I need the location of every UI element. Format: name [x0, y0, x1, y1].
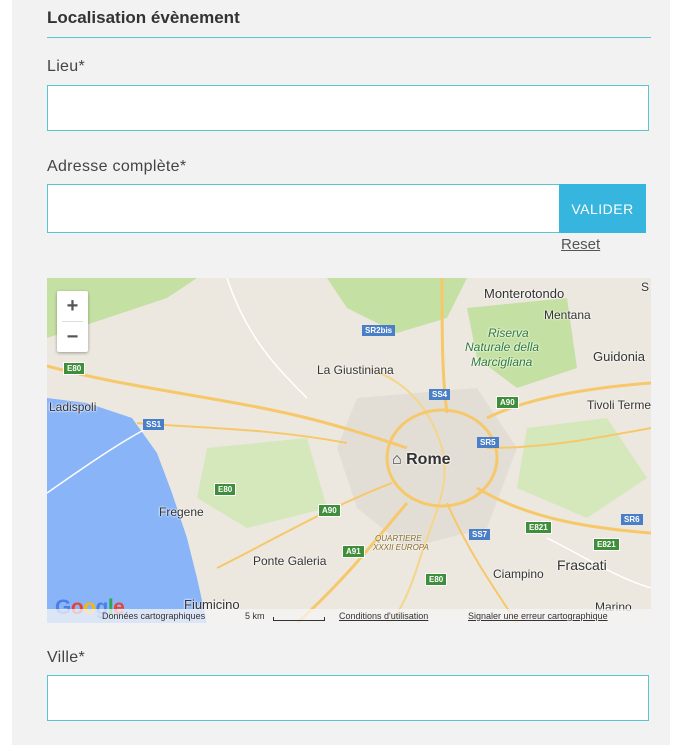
reset-link[interactable]: Reset	[561, 236, 600, 253]
report-error-link[interactable]: Signaler une erreur cartographique	[468, 611, 608, 621]
ville-field[interactable]	[47, 675, 649, 721]
place-label: Marcigliana	[471, 355, 533, 369]
road-shield: E80	[214, 483, 237, 496]
adresse-label: Adresse complète*	[47, 158, 187, 175]
road-shield: SS1	[143, 419, 165, 430]
place-label: Guidonia	[593, 349, 646, 364]
terms-link[interactable]: Conditions d'utilisation	[339, 611, 428, 621]
place-label: XXXII EUROPA	[373, 543, 429, 552]
place-label: QUARTIERE	[375, 534, 422, 543]
road-shield: SS4	[429, 389, 451, 400]
place-label: Naturale della	[465, 340, 540, 354]
ville-label: Ville*	[47, 649, 85, 666]
place-label: Ladispoli	[49, 400, 97, 414]
adresse-group: VALIDER	[47, 184, 646, 233]
place-label: Ponte Galeria	[253, 554, 327, 568]
place-label: Tivoli Terme	[587, 398, 651, 412]
place-label: Riserva	[488, 326, 529, 340]
place-label: La Giustiniana	[317, 363, 394, 377]
lieu-field[interactable]	[47, 85, 649, 131]
zoom-out-button[interactable]: −	[57, 322, 88, 352]
road-shield: SR2bis	[362, 325, 396, 336]
adresse-field[interactable]	[47, 184, 559, 233]
place-label: Ciampino	[493, 567, 544, 581]
lieu-label: Lieu*	[47, 58, 85, 75]
zoom-in-button[interactable]: +	[57, 291, 88, 321]
road-shield: E821	[593, 538, 620, 551]
lieu-input[interactable]	[48, 86, 648, 130]
zoom-control: + −	[57, 291, 88, 352]
road-shield: E80	[425, 573, 448, 586]
road-shield: E821	[525, 521, 552, 534]
place-label: S	[641, 280, 650, 294]
road-shield: A90	[318, 504, 341, 517]
place-label: Monterotondo	[484, 286, 565, 301]
road-shield: A90	[496, 396, 519, 409]
ville-input[interactable]	[48, 676, 648, 720]
section-title: Localisation évènement	[47, 8, 240, 27]
city-label: ⌂ Rome	[392, 451, 451, 468]
section-divider	[47, 37, 651, 38]
city-name: Rome	[406, 451, 451, 468]
map-footer: Données cartographiques 5 km Conditions …	[47, 609, 651, 623]
road-shield: A91	[342, 545, 365, 558]
place-label: Fregene	[159, 505, 204, 519]
road-shield: SR6	[621, 514, 643, 525]
scale-bar	[273, 617, 325, 621]
valider-button[interactable]: VALIDER	[559, 184, 646, 233]
place-label: Mentana	[544, 308, 591, 322]
road-shield: SS7	[469, 529, 491, 540]
place-label: Frascati	[557, 557, 607, 573]
scale-label: 5 km	[245, 611, 265, 621]
road-shield: E80	[63, 362, 86, 375]
road-shield: SR5	[477, 437, 499, 448]
map[interactable]: + − Monterotondo Mentana Riserva Natural…	[47, 278, 651, 623]
map-data-link[interactable]: Données cartographiques	[102, 611, 205, 621]
adresse-input[interactable]	[48, 185, 559, 232]
